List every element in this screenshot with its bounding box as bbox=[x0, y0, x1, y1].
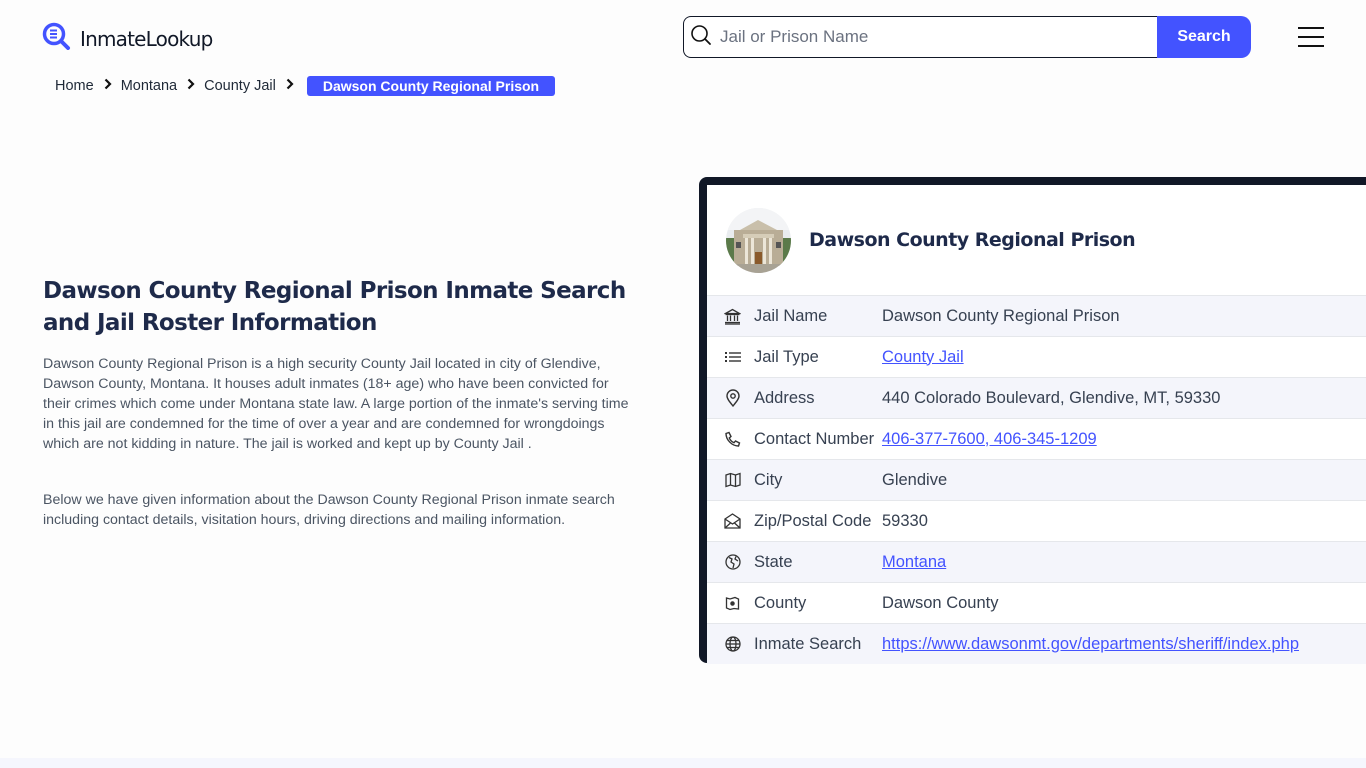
jail-type-link[interactable]: County Jail bbox=[882, 348, 964, 366]
map-icon bbox=[707, 472, 754, 488]
detail-label: County bbox=[754, 593, 807, 612]
detail-row-address: Address 440 Colorado Boulevard, Glendive… bbox=[707, 377, 1366, 418]
search-button[interactable]: Search bbox=[1157, 16, 1251, 58]
detail-value: Dawson County bbox=[882, 593, 999, 612]
detail-label: Inmate Search bbox=[754, 634, 862, 653]
chevron-right-icon bbox=[104, 78, 112, 94]
breadcrumb-state[interactable]: Montana bbox=[121, 78, 177, 94]
detail-value: Dawson County Regional Prison bbox=[882, 306, 1120, 325]
detail-row-state: State Montana bbox=[707, 541, 1366, 582]
inmate-search-link[interactable]: https://www.dawsonmt.gov/departments/she… bbox=[882, 635, 1299, 653]
menu-icon[interactable] bbox=[1298, 27, 1324, 47]
detail-label: Address bbox=[754, 388, 815, 407]
state-link[interactable]: Montana bbox=[882, 553, 946, 571]
chevron-right-icon bbox=[286, 78, 294, 94]
chevron-right-icon bbox=[187, 78, 195, 94]
search-input[interactable] bbox=[712, 27, 1157, 47]
facility-name: Dawson County Regional Prison bbox=[809, 229, 1136, 251]
menu-bar bbox=[1298, 36, 1324, 38]
logo-text: InmateLookup bbox=[80, 26, 213, 51]
facility-card-header: Dawson County Regional Prison bbox=[707, 185, 1366, 295]
detail-label: State bbox=[754, 552, 793, 571]
detail-value: 59330 bbox=[882, 511, 928, 530]
map-pin-icon bbox=[707, 389, 754, 407]
search-form: Search bbox=[683, 16, 1251, 58]
detail-label: City bbox=[754, 470, 783, 489]
page-title: Dawson County Regional Prison Inmate Sea… bbox=[43, 278, 626, 336]
phone-link[interactable]: 406-377-7600, 406-345-1209 bbox=[882, 430, 1097, 448]
search-icon bbox=[690, 24, 712, 51]
detail-row-zip: Zip/Postal Code 59330 bbox=[707, 500, 1366, 541]
search-field-wrap bbox=[683, 16, 1157, 58]
breadcrumb: Home Montana County Jail Dawson County R… bbox=[55, 76, 556, 96]
phone-icon bbox=[707, 431, 754, 448]
footer-band bbox=[0, 758, 1366, 768]
globe-icon bbox=[707, 636, 754, 652]
detail-row-contact: Contact Number 406-377-7600, 406-345-120… bbox=[707, 418, 1366, 459]
globe-region-icon bbox=[707, 554, 754, 570]
logo[interactable]: InmateLookup bbox=[42, 22, 213, 55]
detail-value: 440 Colorado Boulevard, Glendive, MT, 59… bbox=[882, 388, 1221, 407]
facility-details: Jail Name Dawson County Regional Prison … bbox=[707, 295, 1366, 664]
detail-row-county: County Dawson County bbox=[707, 582, 1366, 623]
list-icon bbox=[707, 350, 754, 364]
breadcrumb-type[interactable]: County Jail bbox=[204, 78, 276, 94]
detail-label: Contact Number bbox=[754, 429, 875, 448]
bank-icon bbox=[707, 308, 754, 325]
facility-card: Dawson County Regional Prison Jail Name … bbox=[699, 177, 1366, 664]
detail-label: Zip/Postal Code bbox=[754, 511, 872, 530]
facility-card-body: Dawson County Regional Prison Jail Name … bbox=[707, 185, 1366, 664]
breadcrumb-current: Dawson County Regional Prison bbox=[306, 76, 556, 96]
detail-value: Glendive bbox=[882, 470, 948, 489]
facility-photo bbox=[726, 207, 791, 273]
menu-bar bbox=[1298, 45, 1324, 47]
breadcrumb-home[interactable]: Home bbox=[55, 78, 94, 94]
detail-row-city: City Glendive bbox=[707, 459, 1366, 500]
logo-magnifier-icon bbox=[42, 22, 72, 55]
menu-bar bbox=[1298, 27, 1324, 29]
detail-label: Jail Name bbox=[754, 306, 828, 325]
detail-label: Jail Type bbox=[754, 347, 819, 366]
detail-row-jail-name: Jail Name Dawson County Regional Prison bbox=[707, 295, 1366, 336]
county-icon bbox=[707, 596, 754, 611]
description-paragraph: Dawson County Regional Prison is a high … bbox=[43, 356, 629, 452]
description-paragraph: Below we have given information about th… bbox=[43, 492, 615, 528]
detail-row-inmate-search: Inmate Search https://www.dawsonmt.gov/d… bbox=[707, 623, 1366, 664]
mail-open-icon bbox=[707, 513, 754, 529]
detail-row-jail-type: Jail Type County Jail bbox=[707, 336, 1366, 377]
